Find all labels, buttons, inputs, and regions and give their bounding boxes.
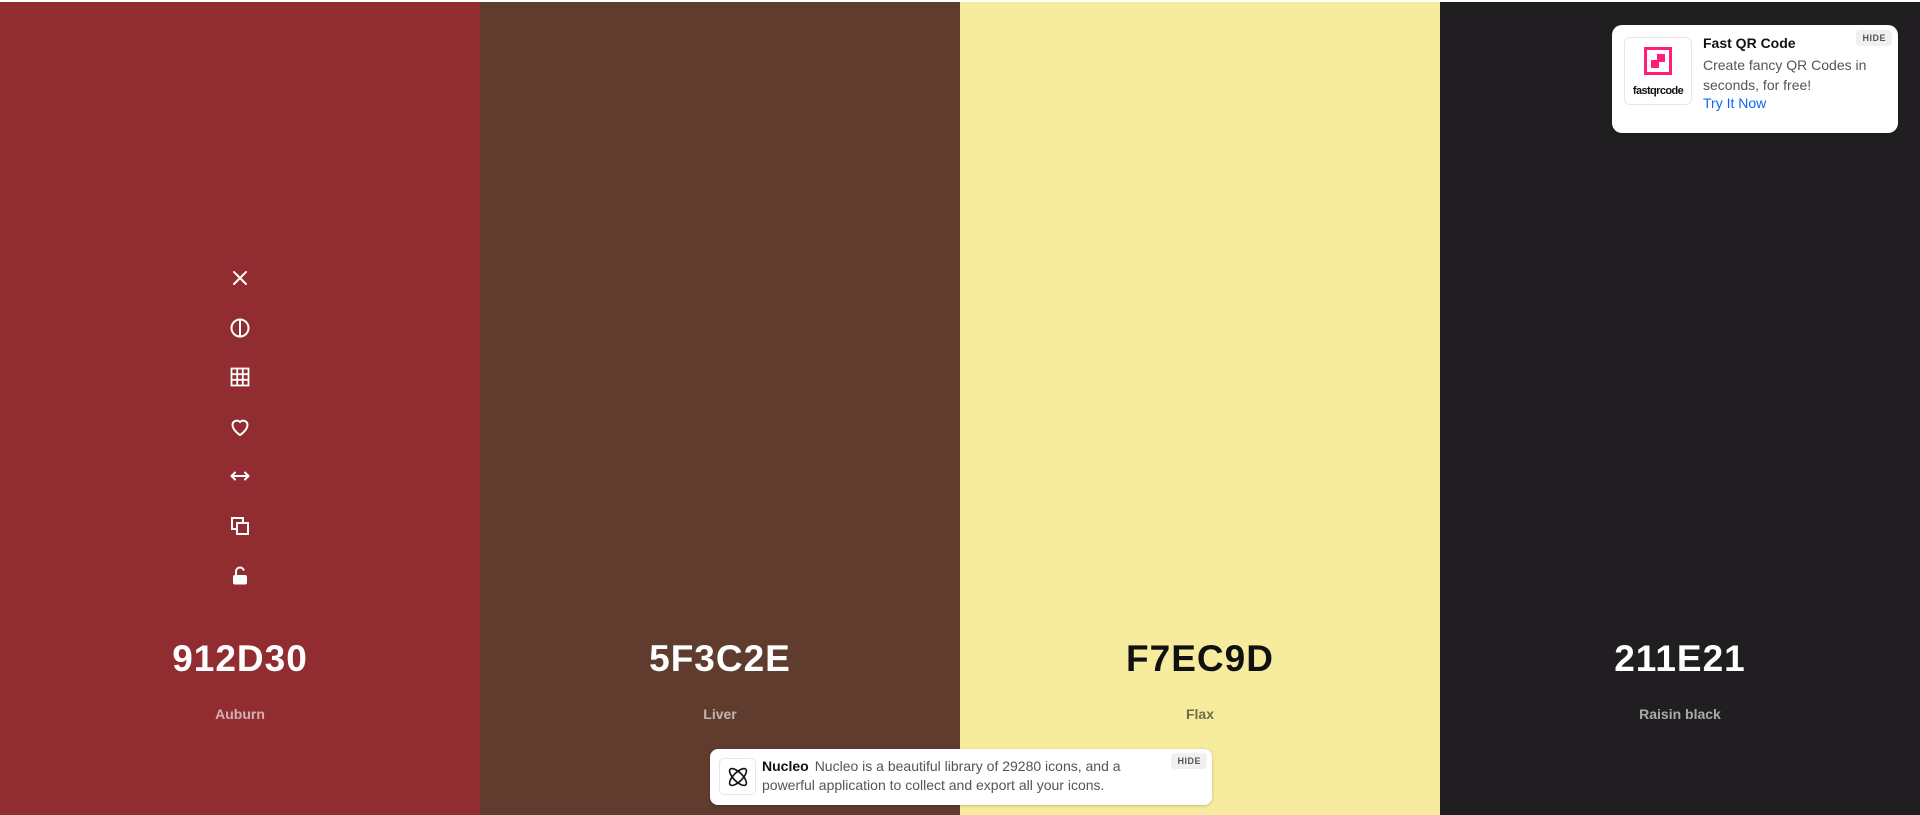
lock-color-button[interactable]: [220, 556, 260, 596]
drag-arrows-icon: [230, 471, 250, 481]
view-shades-button[interactable]: [220, 357, 260, 397]
swatch-auburn[interactable]: 912D30 Auburn: [0, 2, 480, 815]
logo-wordmark: fastqrcode: [1632, 85, 1684, 97]
heart-icon: [231, 419, 249, 436]
swatch-flax[interactable]: F7EC9D Flax: [960, 2, 1440, 815]
view-contrast-button[interactable]: [220, 308, 260, 348]
bottom-sponsor-bar[interactable]: Nucleo Nucleo is a beautiful library of 2…: [710, 749, 1212, 805]
sponsor-description: Create fancy QR Codes in seconds, for fr…: [1703, 57, 1867, 93]
color-name[interactable]: Auburn: [0, 706, 480, 722]
hide-sponsor-button[interactable]: HIDE: [1856, 30, 1892, 46]
unlock-icon: [233, 566, 247, 585]
copy-icon: [231, 516, 249, 535]
sponsor-cta-link[interactable]: Try It Now: [1703, 95, 1766, 111]
sponsor-description: Nucleo is a beautiful library of 29280 i…: [762, 758, 1121, 793]
sponsor-brand[interactable]: Nucleo: [762, 758, 809, 774]
remove-color-button[interactable]: [220, 258, 260, 298]
hex-code[interactable]: F7EC9D: [960, 638, 1440, 680]
hex-code[interactable]: 5F3C2E: [480, 638, 960, 680]
nucleo-logo: [719, 758, 756, 795]
fastqrcode-logo: fastqrcode: [1624, 37, 1692, 105]
hex-code[interactable]: 211E21: [1440, 638, 1920, 680]
bottom-sponsor-text: Nucleo Nucleo is a beautiful library of 2…: [762, 757, 1162, 795]
copy-hex-button[interactable]: [220, 506, 260, 546]
sponsor-title[interactable]: Fast QR Code: [1703, 35, 1796, 51]
nucleo-atom-icon: [728, 767, 747, 786]
color-name[interactable]: Raisin black: [1440, 706, 1920, 722]
drag-button[interactable]: [220, 456, 260, 496]
close-icon: [233, 271, 247, 285]
contrast-icon: [230, 318, 250, 338]
swatch-toolbar: [0, 258, 480, 605]
hide-bottom-sponsor-button[interactable]: HIDE: [1171, 753, 1207, 769]
swatch-liver[interactable]: 5F3C2E Liver: [480, 2, 960, 815]
color-name[interactable]: Liver: [480, 706, 960, 722]
color-name[interactable]: Flax: [960, 706, 1440, 722]
save-color-button[interactable]: [220, 407, 260, 447]
shades-grid-icon: [230, 367, 250, 387]
hex-code[interactable]: 912D30: [0, 638, 480, 680]
sponsor-card[interactable]: fastqrcode Fast QR Code Create fancy QR …: [1612, 25, 1898, 133]
qr-logo-icon: [1644, 47, 1672, 75]
